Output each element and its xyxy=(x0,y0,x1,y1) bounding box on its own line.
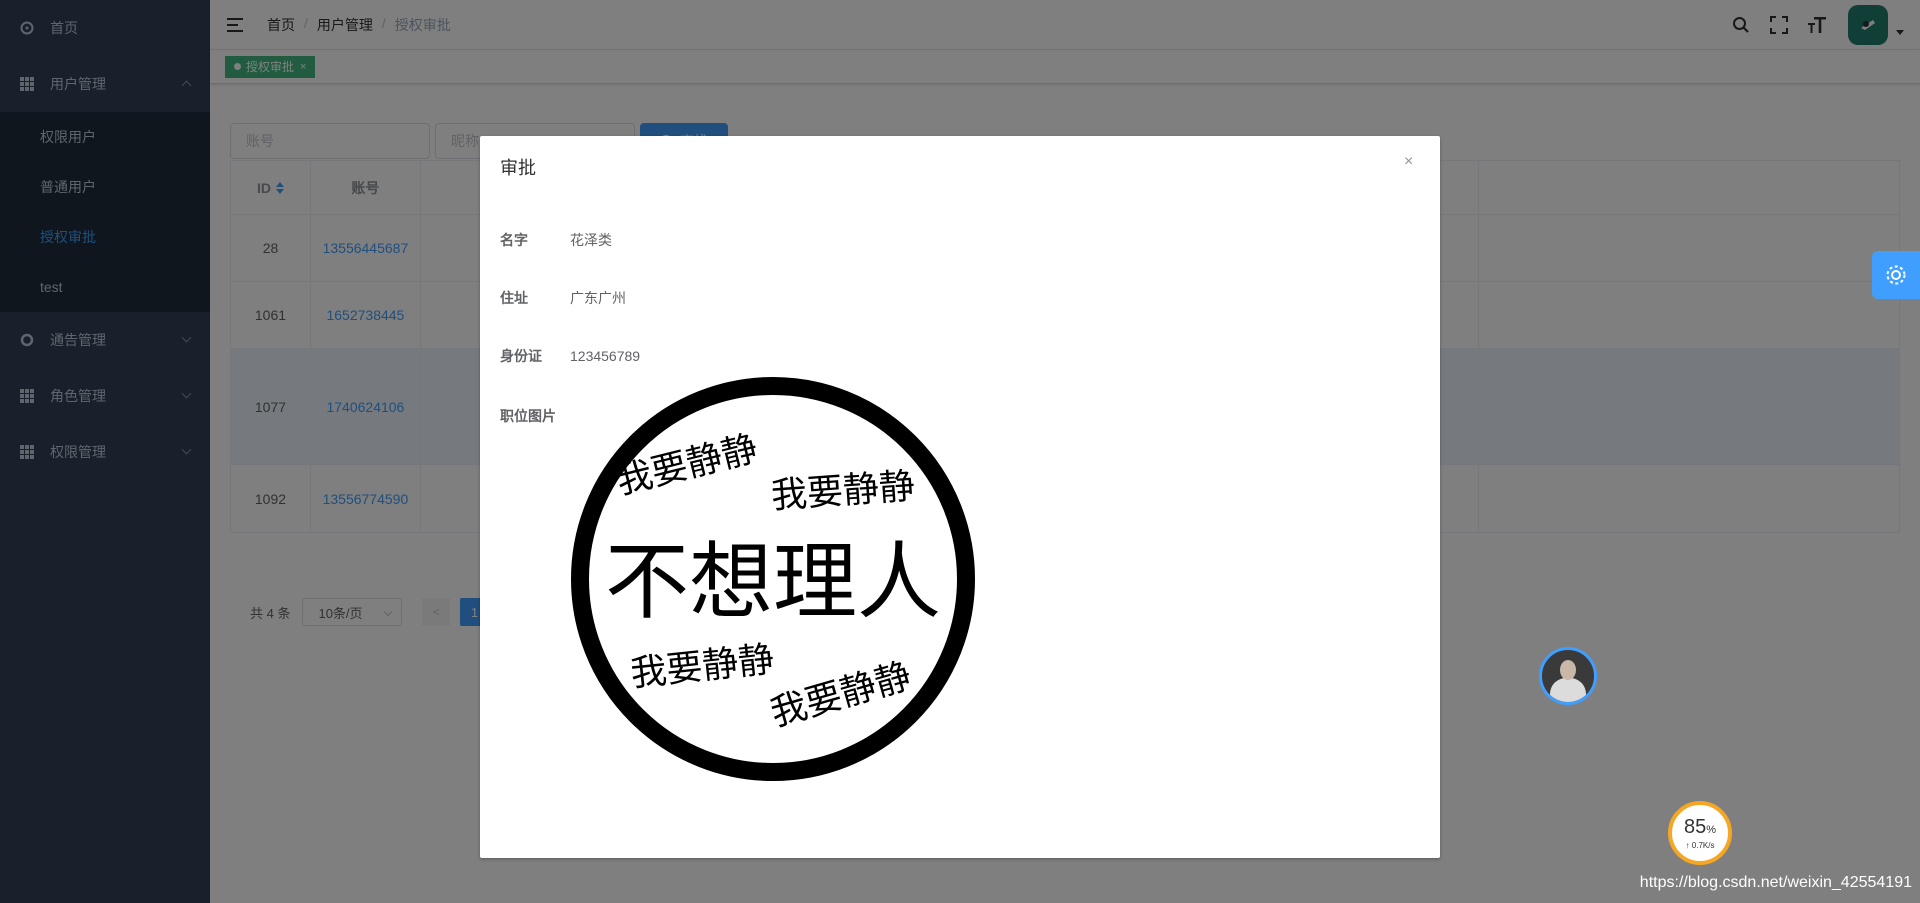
avatar-figure-icon xyxy=(1550,678,1586,702)
dialog-header: 审批 × xyxy=(480,136,1440,190)
form-row-id-card: 身份证 123456789 xyxy=(500,336,1420,376)
settings-gear-icon[interactable] xyxy=(1872,251,1920,299)
form-value: 广东广州 xyxy=(570,290,626,306)
form-label: 职位图片 xyxy=(500,408,556,424)
form-value: 花泽类 xyxy=(570,232,612,248)
avatar-face-icon xyxy=(1560,660,1576,680)
speed-percent-value: 85 xyxy=(1683,816,1707,838)
form-row-position-image: 职位图片 不想理人 我要静静 我要静静 我要静静 我要静静 xyxy=(500,377,1420,782)
form-row-name: 名字 花泽类 xyxy=(500,220,1420,260)
close-icon[interactable]: × xyxy=(1404,154,1420,170)
form-value: 123456789 xyxy=(570,348,641,364)
speed-percent: 85% xyxy=(1684,816,1716,841)
speed-percent-unit: % xyxy=(1706,824,1717,836)
approval-dialog: 审批 × 名字 花泽类 住址 广东广州 身份证 123456789 职位图片 不… xyxy=(480,136,1440,858)
form-label: 名字 xyxy=(500,232,528,248)
watermark: https://blog.csdn.net/weixin_42554191 xyxy=(1639,874,1912,891)
dialog-title: 审批 xyxy=(500,158,536,178)
floating-avatar[interactable] xyxy=(1539,647,1597,705)
position-image: 不想理人 我要静静 我要静静 我要静静 我要静静 xyxy=(571,377,975,781)
form-label: 住址 xyxy=(500,290,528,306)
form-row-address: 住址 广东广州 xyxy=(500,278,1420,318)
form-label: 身份证 xyxy=(500,348,542,364)
network-speed-widget[interactable]: 85% ↑ 0.7K/s xyxy=(1668,801,1732,865)
stamp-main-text: 不想理人 xyxy=(605,533,941,631)
approval-form: 名字 花泽类 住址 广东广州 身份证 123456789 职位图片 不想理人 我… xyxy=(480,190,1440,782)
speed-rate: ↑ 0.7K/s xyxy=(1685,841,1715,850)
